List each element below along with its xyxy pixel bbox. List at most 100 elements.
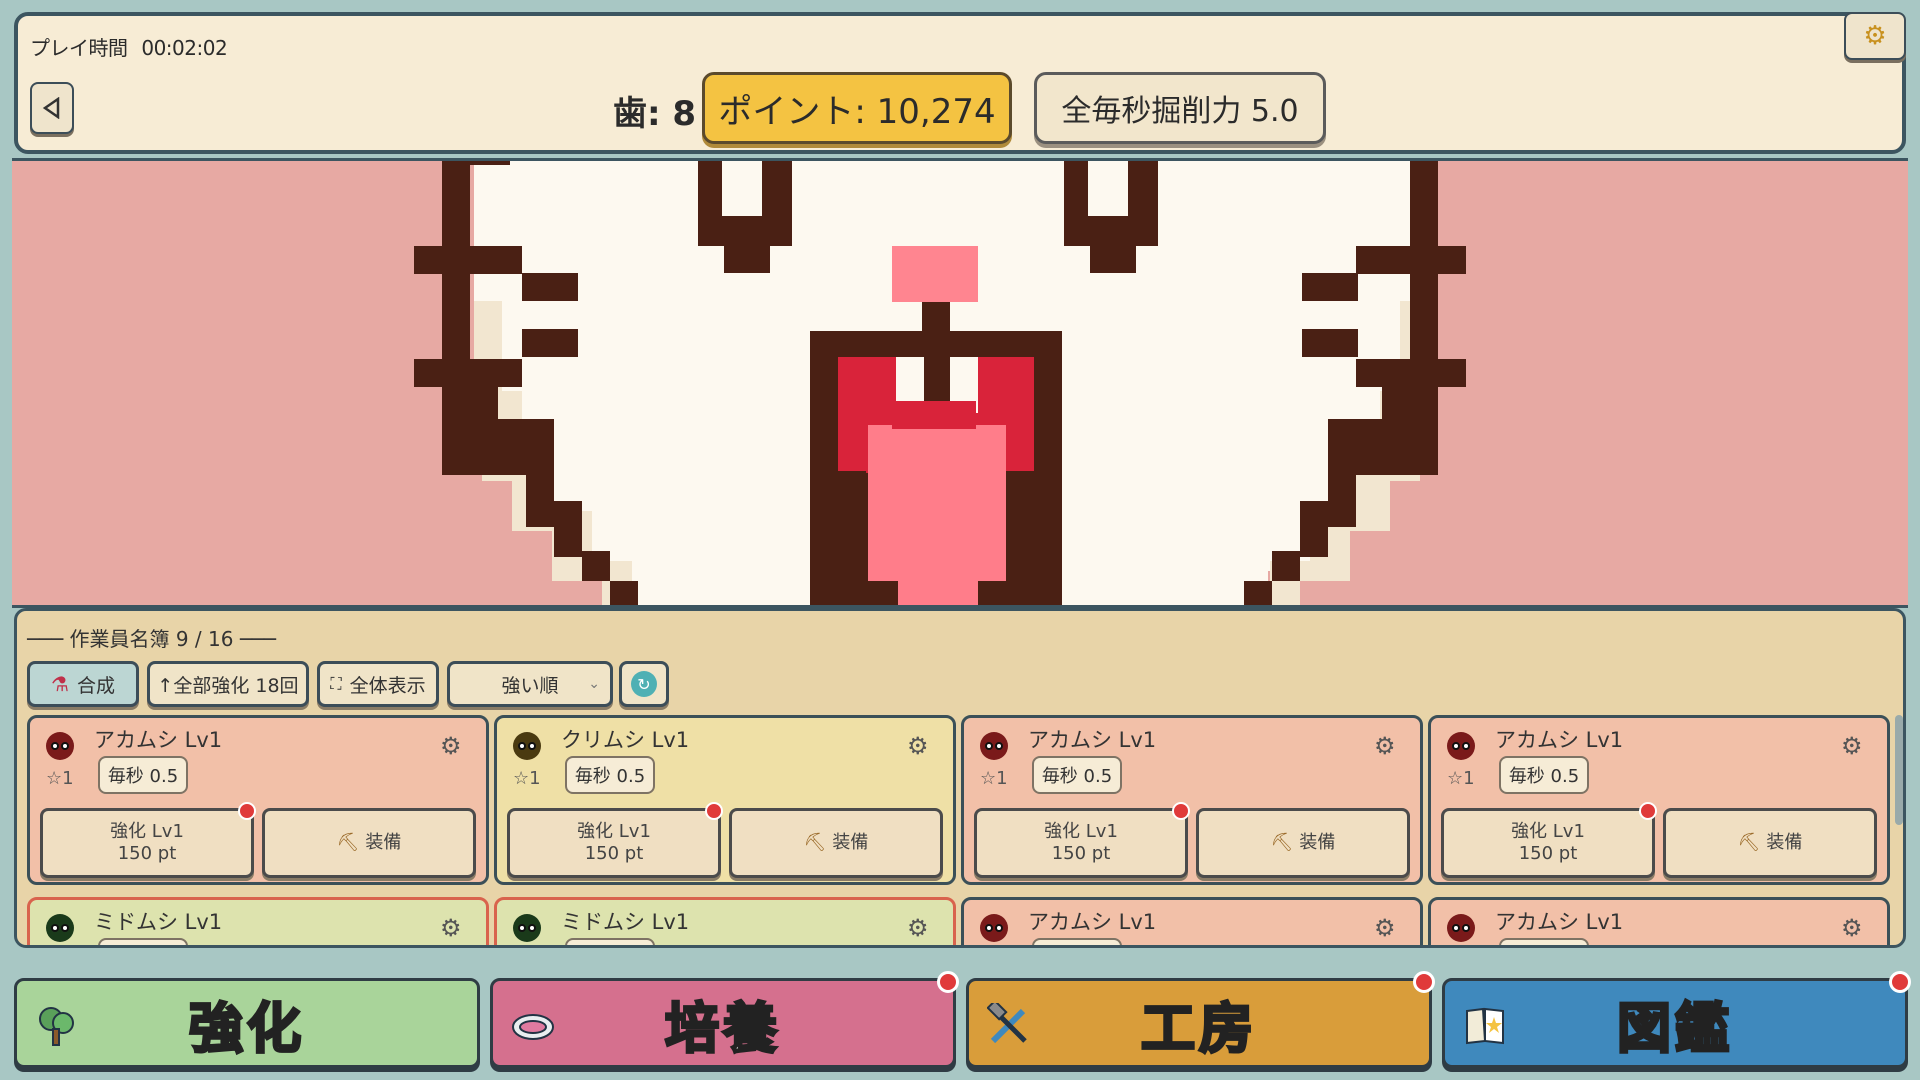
star-rank: ☆1: [513, 768, 541, 789]
worker-card[interactable]: アカムシ Lv1 ⚙ ☆1 毎秒 0.5 強化 Lv1 150 pt ⛏ 装備: [27, 715, 489, 885]
star-rank: ☆1: [46, 768, 74, 789]
rate-badge: [98, 938, 188, 945]
roster-scrollbar[interactable]: [1895, 715, 1903, 825]
star-rank: ☆1: [1447, 768, 1475, 789]
upgrade-cost: 150 pt: [117, 843, 177, 864]
upgrade-button[interactable]: 強化 Lv1 150 pt: [974, 808, 1188, 878]
rate-badge: [565, 938, 655, 945]
worker-name: ミドムシ Lv1: [561, 910, 690, 934]
nav-upgrade-button[interactable]: 強化: [14, 978, 480, 1068]
upgrade-level: 強化 Lv1: [110, 820, 184, 842]
bug-avatar: [46, 914, 74, 942]
gear-icon[interactable]: ⚙: [1374, 732, 1396, 760]
settings-button[interactable]: ⚙: [1844, 12, 1906, 60]
notification-dot: [705, 802, 723, 820]
worker-card[interactable]: ミドムシ Lv1 ⚙: [494, 897, 956, 945]
show-all-label: 全体表示: [349, 674, 426, 697]
nav-encyclopedia-label: 図鑑: [1616, 995, 1733, 1061]
bug-avatar: [46, 732, 74, 760]
worker-card[interactable]: アカムシ Lv1 ⚙ ☆1 毎秒 0.5 強化 Lv1 150 pt ⛏ 装備: [1428, 715, 1890, 885]
roster-title: ─── 作業員名簿 9 / 16 ───: [27, 627, 276, 651]
upgrade-level: 強化 Lv1: [1044, 820, 1118, 842]
rate-badge: [1499, 938, 1589, 945]
worker-card[interactable]: ミドムシ Lv1 ⚙: [27, 897, 489, 945]
header-bar: プレイ時間 00:02:02 歯: 8 ポイント: 10,274 全毎秒掘削力 …: [14, 12, 1906, 154]
bug-avatar: [980, 732, 1008, 760]
notification-dot: [1413, 971, 1435, 993]
equip-button[interactable]: ⛏ 装備: [1663, 808, 1877, 878]
worker-name: アカムシ Lv1: [94, 728, 223, 752]
nav-workshop-label: 工房: [1140, 995, 1257, 1061]
nav-workshop-button[interactable]: 工房: [966, 971, 1435, 1068]
upgrade-cost: 150 pt: [584, 843, 644, 864]
roster-panel: ─── 作業員名簿 9 / 16 ─── ⚗ 合成 ↑全部強化 18回 ⛶ 全体…: [14, 608, 1906, 948]
worker-name: アカムシ Lv1: [1028, 910, 1157, 934]
tree-icon: [39, 1007, 74, 1046]
equip-label: 装備: [1766, 831, 1803, 853]
equip-label: 装備: [365, 831, 402, 853]
refresh-button[interactable]: ↻: [619, 661, 669, 707]
rate-badge: 毎秒 0.5: [1032, 756, 1122, 794]
notification-dot: [1639, 802, 1657, 820]
nav-culture-button[interactable]: 培養: [490, 971, 959, 1068]
expand-icon: ⛶: [330, 674, 342, 693]
gear-icon[interactable]: ⚙: [907, 914, 929, 942]
teeth-count: 歯: 8: [613, 93, 697, 134]
notification-dot: [1889, 971, 1911, 993]
equip-label: 装備: [1299, 831, 1336, 853]
sort-value: 強い順: [501, 674, 559, 697]
worker-card[interactable]: アカムシ Lv1 ⚙ ☆1 毎秒 0.5 強化 Lv1 150 pt ⛏ 装備: [961, 715, 1423, 885]
refresh-icon: ↻: [631, 671, 657, 697]
upgrade-all-button[interactable]: ↑全部強化 18回: [147, 661, 309, 707]
combine-button[interactable]: ⚗ 合成: [27, 661, 139, 707]
worker-name: アカムシ Lv1: [1495, 728, 1624, 752]
nav-culture-label: 培養: [664, 995, 781, 1061]
upgrade-level: 強化 Lv1: [1511, 820, 1585, 842]
pickaxe-icon: ⛏: [1270, 831, 1294, 853]
star-rank: ☆1: [980, 768, 1008, 789]
bug-avatar: [1447, 914, 1475, 942]
gear-icon[interactable]: ⚙: [1841, 732, 1863, 760]
playtime-display: プレイ時間 00:02:02: [30, 32, 228, 61]
gear-icon[interactable]: ⚙: [1374, 914, 1396, 942]
playtime-value: 00:02:02: [141, 36, 228, 60]
worker-card[interactable]: アカムシ Lv1 ⚙: [1428, 897, 1890, 945]
equip-button[interactable]: ⛏ 装備: [729, 808, 943, 878]
upgrade-button[interactable]: 強化 Lv1 150 pt: [507, 808, 721, 878]
points-display: ポイント: 10,274: [702, 72, 1012, 144]
gear-icon[interactable]: ⚙: [907, 732, 929, 760]
pickaxe-icon: ⛏: [336, 831, 360, 853]
rate-badge: [1032, 938, 1122, 945]
pickaxe-icon: ⛏: [803, 831, 827, 853]
equip-button[interactable]: ⛏ 装備: [262, 808, 476, 878]
worker-card[interactable]: アカムシ Lv1 ⚙: [961, 897, 1423, 945]
worker-card[interactable]: クリムシ Lv1 ⚙ ☆1 毎秒 0.5 強化 Lv1 150 pt ⛏ 装備: [494, 715, 956, 885]
pixel-creature-mouth: [414, 161, 1466, 605]
triangle-left-icon: [42, 97, 60, 119]
book-icon: [1466, 1007, 1504, 1045]
worker-name: アカムシ Lv1: [1495, 910, 1624, 934]
pickaxe-icon: ⛏: [1737, 831, 1761, 853]
show-all-button[interactable]: ⛶ 全体表示: [317, 661, 439, 707]
upgrade-button[interactable]: 強化 Lv1 150 pt: [1441, 808, 1655, 878]
sort-select[interactable]: 強い順 ⌄: [447, 661, 613, 707]
gear-icon: ⚙: [1863, 21, 1887, 51]
nav-encyclopedia-button[interactable]: 図鑑: [1442, 971, 1911, 1068]
notification-dot: [238, 802, 256, 820]
equip-button[interactable]: ⛏ 装備: [1196, 808, 1410, 878]
upgrade-button[interactable]: 強化 Lv1 150 pt: [40, 808, 254, 878]
bug-avatar: [513, 914, 541, 942]
notification-dot: [1172, 802, 1190, 820]
back-button[interactable]: [30, 82, 74, 134]
equip-label: 装備: [832, 831, 869, 853]
notification-dot: [937, 971, 959, 993]
bug-avatar: [1447, 732, 1475, 760]
gear-icon[interactable]: ⚙: [1841, 914, 1863, 942]
gear-icon[interactable]: ⚙: [440, 732, 462, 760]
worker-name: アカムシ Lv1: [1028, 728, 1157, 752]
gear-icon[interactable]: ⚙: [440, 914, 462, 942]
combine-label: 合成: [76, 674, 115, 697]
rate-badge: 毎秒 0.5: [1499, 756, 1589, 794]
chevron-down-icon: ⌄: [588, 676, 600, 692]
game-canvas[interactable]: [12, 158, 1908, 608]
